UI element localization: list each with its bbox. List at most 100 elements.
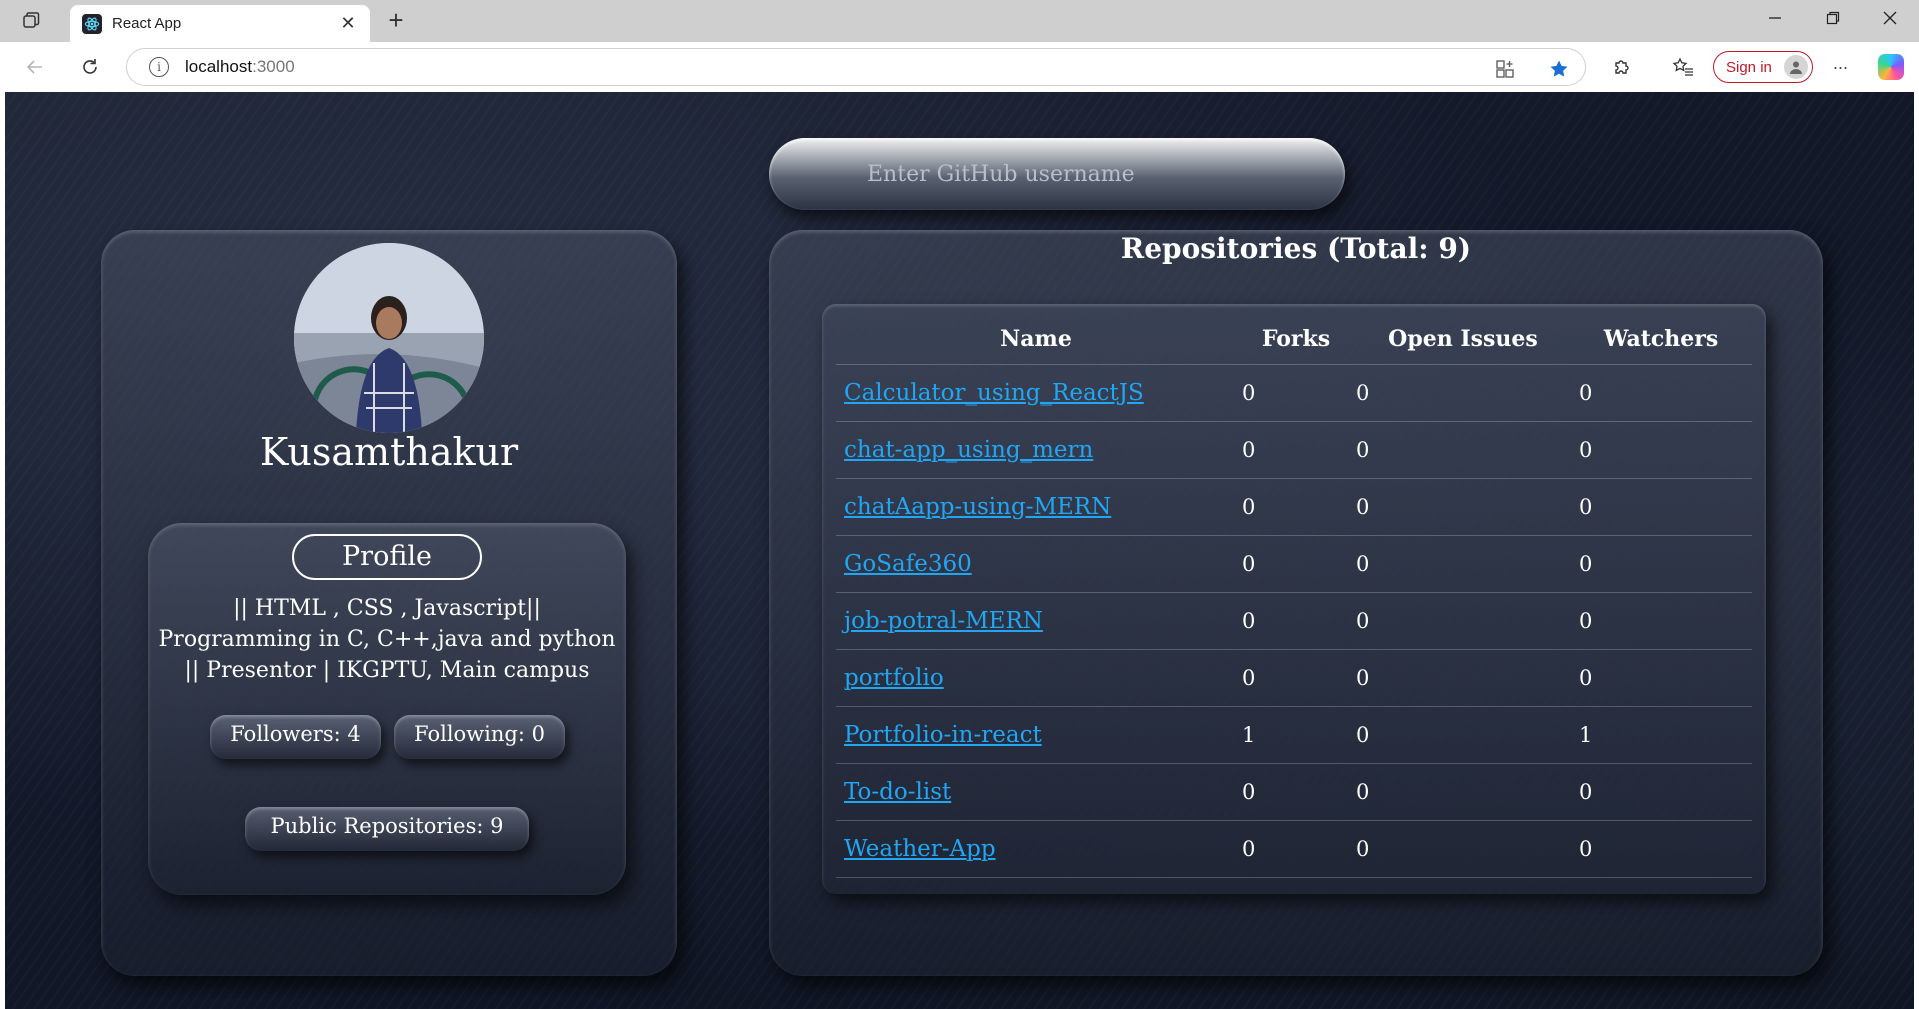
repo-link[interactable]: chat-app_using_mern	[844, 437, 1093, 463]
repositories-table: Name Forks Open Issues Watchers Calculat…	[836, 314, 1752, 878]
table-row: job-potral-MERN 0 0 0	[836, 592, 1752, 650]
repo-watchers-cell: 0	[1570, 763, 1752, 821]
table-row: To-do-list 0 0 0	[836, 763, 1752, 821]
open-issues-count: 0	[1356, 779, 1370, 804]
browser-toolbar: i localhost:3000 Sign in ···	[0, 42, 1919, 92]
repo-name-cell: job-potral-MERN	[836, 592, 1236, 650]
user-avatar	[294, 243, 484, 433]
profile-card: Kusamthakur Profile || HTML , CSS , Java…	[101, 230, 677, 976]
forks-count: 0	[1242, 779, 1256, 804]
open-issues-count: 0	[1356, 494, 1370, 519]
repo-open-issues-cell: 0	[1356, 592, 1570, 650]
minimize-button[interactable]	[1755, 8, 1795, 34]
repo-name-cell: GoSafe360	[836, 535, 1236, 593]
forks-count: 0	[1242, 836, 1256, 861]
reload-icon[interactable]	[75, 52, 105, 82]
repositories-title: Repositories (Total: 9)	[1120, 232, 1472, 265]
profile-avatar-icon	[1784, 55, 1808, 79]
repo-open-issues-cell: 0	[1356, 763, 1570, 821]
repo-name-cell: portfolio	[836, 649, 1236, 707]
browser-tab[interactable]: React App ✕	[70, 5, 370, 42]
profile-heading: Profile	[292, 534, 482, 580]
forks-count: 0	[1242, 665, 1256, 690]
puzzle-icon[interactable]	[1607, 52, 1637, 82]
forks-count: 0	[1242, 494, 1256, 519]
table-row: Weather-App 0 0 0	[836, 820, 1752, 878]
repo-link[interactable]: Weather-App	[844, 836, 996, 862]
table-row: Portfolio-in-react 1 0 1	[836, 706, 1752, 764]
repo-link[interactable]: job-potral-MERN	[844, 608, 1043, 634]
forks-count: 0	[1242, 437, 1256, 462]
repo-open-issues-cell: 0	[1356, 706, 1570, 764]
repo-name-cell: Weather-App	[836, 820, 1236, 878]
watchers-count: 0	[1579, 608, 1593, 633]
back-arrow-icon[interactable]	[20, 52, 50, 82]
table-row: portfolio 0 0 0	[836, 649, 1752, 707]
copilot-icon[interactable]	[1878, 54, 1904, 80]
repo-open-issues-cell: 0	[1356, 364, 1570, 422]
favorites-list-icon[interactable]	[1668, 52, 1698, 82]
watchers-count: 0	[1579, 437, 1593, 462]
watchers-count: 0	[1579, 551, 1593, 576]
repo-open-issues-cell: 0	[1356, 649, 1570, 707]
repo-link[interactable]: Portfolio-in-react	[844, 722, 1042, 748]
url-port: :3000	[252, 57, 295, 76]
table-row: chat-app_using_mern 0 0 0	[836, 421, 1752, 479]
repo-watchers-cell: 0	[1570, 535, 1752, 593]
repo-watchers-cell: 0	[1570, 364, 1752, 422]
watchers-count: 1	[1579, 722, 1593, 747]
repo-forks-cell: 0	[1236, 763, 1356, 821]
sign-in-button[interactable]: Sign in	[1713, 51, 1813, 83]
table-row: GoSafe360 0 0 0	[836, 535, 1752, 593]
repo-name-cell: chatAapp-using-MERN	[836, 478, 1236, 536]
repo-forks-cell: 0	[1236, 592, 1356, 650]
close-window-button[interactable]	[1870, 8, 1910, 34]
open-issues-count: 0	[1356, 437, 1370, 462]
more-options-icon[interactable]: ···	[1825, 52, 1855, 82]
column-header-forks: Forks	[1236, 314, 1356, 365]
repo-link[interactable]: To-do-list	[844, 779, 951, 805]
repo-link[interactable]: chatAapp-using-MERN	[844, 494, 1111, 520]
column-header-open-issues: Open Issues	[1356, 314, 1570, 365]
address-bar[interactable]: i localhost:3000	[126, 48, 1586, 86]
repo-watchers-cell: 0	[1570, 592, 1752, 650]
repo-open-issues-cell: 0	[1356, 820, 1570, 878]
repositories-card: Repositories (Total: 9) Name Forks Open …	[769, 230, 1823, 976]
repo-watchers-cell: 0	[1570, 478, 1752, 536]
watchers-count: 0	[1579, 494, 1593, 519]
tab-title: React App	[112, 15, 182, 32]
repo-forks-cell: 0	[1236, 421, 1356, 479]
forks-count: 1	[1242, 722, 1256, 747]
open-issues-count: 0	[1356, 608, 1370, 633]
repo-link[interactable]: GoSafe360	[844, 551, 972, 577]
followers-badge: Followers: 4	[210, 715, 381, 759]
close-tab-icon[interactable]: ✕	[338, 13, 358, 34]
repo-link[interactable]: Calculator_using_ReactJS	[844, 380, 1144, 406]
public-repos-badge: Public Repositories: 9	[245, 807, 529, 851]
repo-name-cell: To-do-list	[836, 763, 1236, 821]
repo-watchers-cell: 1	[1570, 706, 1752, 764]
username: Kusamthakur	[259, 430, 519, 474]
repo-forks-cell: 0	[1236, 364, 1356, 422]
workspaces-icon[interactable]	[18, 9, 44, 33]
watchers-count: 0	[1579, 836, 1593, 861]
table-header-row: Name Forks Open Issues Watchers	[836, 314, 1752, 365]
app-available-icon[interactable]	[1493, 57, 1517, 81]
repo-link[interactable]: portfolio	[844, 665, 944, 691]
restore-button[interactable]	[1813, 8, 1853, 34]
site-info-icon[interactable]: i	[149, 57, 169, 77]
url-host: localhost	[185, 57, 253, 76]
repo-watchers-cell: 0	[1570, 649, 1752, 707]
repo-forks-cell: 0	[1236, 478, 1356, 536]
star-icon[interactable]	[1547, 57, 1571, 81]
repositories-table-body: Calculator_using_ReactJS 0 0 0 chat-app_usin…	[836, 364, 1752, 878]
following-badge: Following: 0	[394, 715, 565, 759]
sign-in-label: Sign in	[1726, 58, 1772, 76]
github-username-input[interactable]	[769, 138, 1345, 210]
bio-text: || HTML , CSS , Javascript|| Programming…	[158, 596, 616, 683]
page-viewport: Kusamthakur Profile || HTML , CSS , Java…	[5, 92, 1914, 1009]
repo-open-issues-cell: 0	[1356, 535, 1570, 593]
new-tab-button[interactable]: +	[382, 7, 410, 35]
repo-watchers-cell: 0	[1570, 820, 1752, 878]
open-issues-count: 0	[1356, 722, 1370, 747]
